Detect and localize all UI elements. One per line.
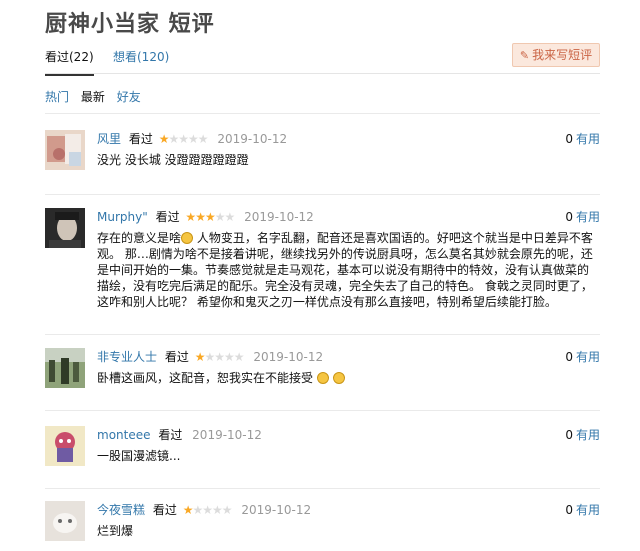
comment-meta: 风里 看过 ★★★★★ 2019-10-12 — [97, 130, 287, 147]
username-link[interactable]: monteee — [97, 428, 151, 442]
rating-stars: ★★★★★ — [158, 132, 209, 146]
comment-text: 存在的意义是啥 人物变丑，名字乱翻，配音还是喜欢国语的。好吧这个就当是中日差异不… — [97, 230, 600, 310]
star-icon: ★ — [233, 350, 245, 364]
page-title: 厨神小当家 短评 — [45, 12, 215, 37]
star-icon: ★ — [224, 210, 235, 224]
comment-item: Murphy" 看过 ★★★★★ 2019-10-12 0 有用 存在的意义是啥 … — [45, 208, 600, 335]
star-icon: ★ — [187, 132, 199, 146]
star-icon: ★ — [211, 503, 223, 517]
rating-stars: ★★★★★ — [194, 350, 245, 364]
divider — [45, 113, 600, 114]
vote-count: 0 — [565, 210, 573, 224]
watched-status: 看过 — [155, 210, 180, 224]
tab-watched[interactable]: 看过(22) — [45, 48, 94, 76]
useful-button[interactable]: 有用 — [576, 503, 600, 517]
star-icon: ★ — [185, 210, 196, 224]
comment-text: 烂到爆 — [97, 524, 134, 538]
useful-button[interactable]: 有用 — [576, 428, 600, 442]
username-link[interactable]: Murphy" — [97, 210, 148, 224]
avatar[interactable] — [45, 426, 85, 466]
star-icon: ★ — [204, 350, 215, 364]
star-icon: ★ — [182, 503, 194, 517]
star-icon: ★ — [158, 132, 170, 146]
comment-date: 2019-10-12 — [217, 132, 288, 146]
star-icon: ★ — [197, 132, 209, 146]
sort-filters: 热门 最新 好友 — [45, 88, 149, 105]
watched-status: 看过 — [152, 503, 177, 517]
rating-stars: ★★★★★ — [182, 503, 233, 517]
username-link[interactable]: 非专业人士 — [97, 350, 157, 364]
star-icon: ★ — [214, 350, 225, 364]
star-icon: ★ — [168, 132, 179, 146]
useful-button[interactable]: 有用 — [576, 132, 600, 146]
star-icon: ★ — [223, 350, 235, 364]
vote-area: 0 有用 — [565, 426, 600, 443]
comment-text: 卧槽这画风，这配音，恕我实在不能接受 — [97, 370, 600, 386]
tab-wish[interactable]: 想看(120) — [113, 48, 169, 65]
comment-item: monteee 看过 2019-10-12 0 有用 一股国漫滤镜... — [45, 426, 600, 489]
avatar[interactable] — [45, 501, 85, 541]
comment-text: 一股国漫滤镜... — [97, 449, 181, 463]
comment-text-body: 卧槽这画风，这配音，恕我实在不能接受 — [97, 371, 314, 385]
avatar[interactable] — [45, 348, 85, 388]
star-icon: ★ — [195, 210, 206, 224]
comment-meta: 非专业人士 看过 ★★★★★ 2019-10-12 — [97, 348, 323, 365]
star-icon: ★ — [221, 503, 233, 517]
comment-date: 2019-10-12 — [244, 210, 314, 224]
vote-area: 0 有用 — [565, 501, 600, 518]
pencil-icon: ✎ — [519, 49, 530, 62]
sweat-emoji-icon — [332, 372, 345, 384]
username-link[interactable]: 今夜雪糕 — [97, 503, 145, 517]
sad-emoji-icon — [181, 232, 194, 244]
useful-button[interactable]: 有用 — [576, 350, 600, 364]
star-icon: ★ — [178, 132, 189, 146]
vote-area: 0 有用 — [565, 348, 600, 365]
comment-item: 今夜雪糕 看过 ★★★★★ 2019-10-12 0 有用 烂到爆 — [45, 501, 600, 551]
vote-count: 0 — [565, 428, 573, 442]
useful-button[interactable]: 有用 — [576, 210, 600, 224]
comment-item: 风里 看过 ★★★★★ 2019-10-12 0 有用 没光 没长城 没蹬蹬蹬蹬蹬… — [45, 130, 600, 195]
vote-area: 0 有用 — [565, 208, 600, 225]
vote-count: 0 — [565, 132, 573, 146]
star-icon: ★ — [194, 350, 206, 364]
avatar[interactable] — [45, 208, 85, 248]
filter-hot[interactable]: 热门 — [45, 90, 69, 104]
filter-latest[interactable]: 最新 — [81, 90, 105, 104]
vote-area: 0 有用 — [565, 130, 600, 147]
comment-meta: monteee 看过 2019-10-12 — [97, 426, 262, 443]
comment-date: 2019-10-12 — [241, 503, 312, 517]
star-icon: ★ — [204, 210, 216, 224]
sweat-emoji-icon — [316, 372, 329, 384]
star-icon: ★ — [192, 503, 203, 517]
comment-meta: Murphy" 看过 ★★★★★ 2019-10-12 — [97, 208, 314, 225]
comment-text: 没光 没长城 没蹬蹬蹬蹬蹬蹬 — [97, 153, 249, 167]
write-review-button[interactable]: ✎ 我来写短评 — [512, 43, 600, 67]
rating-stars: ★★★★★ — [185, 210, 235, 224]
watched-status: 看过 — [164, 350, 189, 364]
watched-status: 看过 — [128, 132, 153, 146]
comment-meta: 今夜雪糕 看过 ★★★★★ 2019-10-12 — [97, 501, 311, 518]
comment-date: 2019-10-12 — [253, 350, 324, 364]
filter-friends[interactable]: 好友 — [117, 90, 141, 104]
tab-bar: 看过(22) 想看(120) ✎ 我来写短评 — [45, 43, 600, 76]
write-review-label: 我来写短评 — [532, 48, 593, 62]
star-icon: ★ — [202, 503, 213, 517]
avatar[interactable] — [45, 130, 85, 170]
watched-status: 看过 — [158, 428, 183, 442]
username-link[interactable]: 风里 — [97, 132, 121, 146]
vote-count: 0 — [565, 503, 573, 517]
vote-count: 0 — [565, 350, 573, 364]
comment-item: 非专业人士 看过 ★★★★★ 2019-10-12 0 有用 卧槽这画风，这配音，… — [45, 348, 600, 411]
comment-text-start: 存在的意义是啥 — [97, 231, 182, 245]
comment-date: 2019-10-12 — [192, 428, 262, 442]
